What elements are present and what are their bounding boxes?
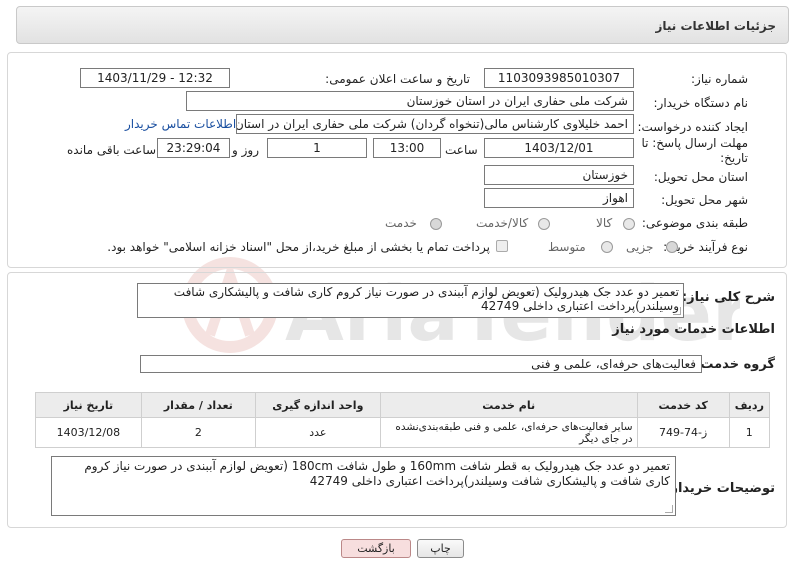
category-option-goods-service: کالا/خدمت [476, 216, 529, 230]
city-field: اهواز [484, 188, 634, 208]
deadline-date-field: 1403/12/01 [484, 138, 634, 158]
province-label: استان محل تحویل: [653, 170, 748, 184]
process-radio-medium[interactable] [601, 241, 613, 253]
days-label: روز و [232, 143, 259, 157]
category-label: طبقه بندی موضوعی: [641, 216, 748, 230]
resize-handle[interactable] [673, 307, 681, 315]
col-quantity: تعداد / مقدار [140, 392, 256, 418]
col-need-date: تاریخ نیاز [35, 392, 142, 418]
process-radio-minor[interactable] [666, 241, 678, 253]
table-header-row: ردیف کد خدمت نام خدمت واحد اندازه گیری ت… [35, 392, 771, 418]
category-option-goods: کالا [596, 216, 613, 230]
buyer-org-label: نام دستگاه خریدار: [653, 96, 749, 110]
deadline-time-field: 13:00 [373, 138, 441, 158]
creator-label: ایجاد کننده درخواست: [637, 120, 748, 134]
province-field: خوزستان [484, 165, 634, 185]
back-button[interactable]: بازگشت [341, 539, 411, 558]
col-unit: واحد اندازه گیری [254, 392, 381, 418]
col-service-name: نام خدمت [379, 392, 638, 418]
city-label: شهر محل تحویل: [661, 193, 748, 207]
need-summary-textarea[interactable]: تعمیر دو عدد جک هیدرولیک (تعویض لوازم آب… [137, 283, 684, 318]
announce-date-label: تاریخ و ساعت اعلان عمومی: [325, 72, 470, 86]
remaining-time-field: 23:29:04 [157, 138, 230, 158]
cell-service-name: سایر فعالیت‌های حرفه‌ای، علمی و فنی طبقه… [379, 417, 638, 448]
deadline-label: مهلت ارسال پاسخ: تا تاریخ: [641, 136, 748, 165]
buyer-contact-link[interactable]: اطلاعات تماس خریدار [125, 117, 236, 131]
deadline-time-label: ساعت [445, 143, 478, 157]
services-heading: اطلاعات خدمات مورد نیاز [612, 322, 775, 337]
cell-row-number: 1 [728, 417, 771, 448]
need-summary-label: شرح کلی نیاز: [681, 290, 775, 305]
category-radio-goods[interactable] [623, 218, 635, 230]
process-option-medium: متوسط [548, 240, 586, 254]
category-radio-service[interactable] [430, 218, 442, 230]
need-number-label: شماره نیاز: [691, 72, 748, 86]
buyer-notes-text: تعمیر دو عدد جک هیدرولیک به قطر شافت 160… [84, 459, 670, 488]
service-group-label: گروه خدمت: [695, 357, 775, 372]
buyer-notes-textarea[interactable]: تعمیر دو عدد جک هیدرولیک به قطر شافت 160… [51, 456, 676, 516]
table-row: 1 ز-74-749 سایر فعالیت‌های حرفه‌ای، علمی… [35, 417, 771, 448]
creator-field: احمد خلیلاوی کارشناس مالی(تنخواه گردان) … [236, 114, 634, 134]
category-option-service: خدمت [385, 216, 417, 230]
need-summary-text: تعمیر دو عدد جک هیدرولیک (تعویض لوازم آب… [173, 285, 679, 313]
col-service-code: کد خدمت [636, 392, 730, 418]
service-group-field: فعالیت‌های حرفه‌ای، علمی و فنی [140, 355, 702, 373]
category-radio-goods-service[interactable] [538, 218, 550, 230]
cell-quantity: 2 [140, 417, 256, 448]
days-remaining-field: 1 [267, 138, 367, 158]
treasury-payment-checkbox[interactable] [496, 240, 508, 252]
buyer-notes-label: توضیحات خریدار: [665, 481, 775, 496]
cell-unit: عدد [254, 417, 381, 448]
remaining-time-label: ساعت باقی مانده [67, 143, 157, 157]
print-button[interactable]: چاپ [417, 539, 464, 558]
col-row-number: ردیف [728, 392, 771, 418]
need-number-field: 1103093985010307 [484, 68, 634, 88]
treasury-payment-text: پرداخت تمام یا بخشی از مبلغ خرید،از محل … [107, 240, 490, 254]
cell-service-code: ز-74-749 [636, 417, 730, 448]
cell-need-date: 1403/12/08 [35, 417, 142, 448]
announce-date-field: 1403/11/29 - 12:32 [80, 68, 230, 88]
page-title: جزئیات اطلاعات نیاز [655, 19, 776, 33]
page-header: جزئیات اطلاعات نیاز [16, 6, 789, 44]
process-option-minor: جزیی [626, 240, 654, 254]
buyer-org-field: شرکت ملی حفاری ایران در استان خوزستان [186, 91, 634, 111]
resize-handle[interactable] [665, 505, 673, 513]
services-table: ردیف کد خدمت نام خدمت واحد اندازه گیری ت… [35, 392, 771, 448]
